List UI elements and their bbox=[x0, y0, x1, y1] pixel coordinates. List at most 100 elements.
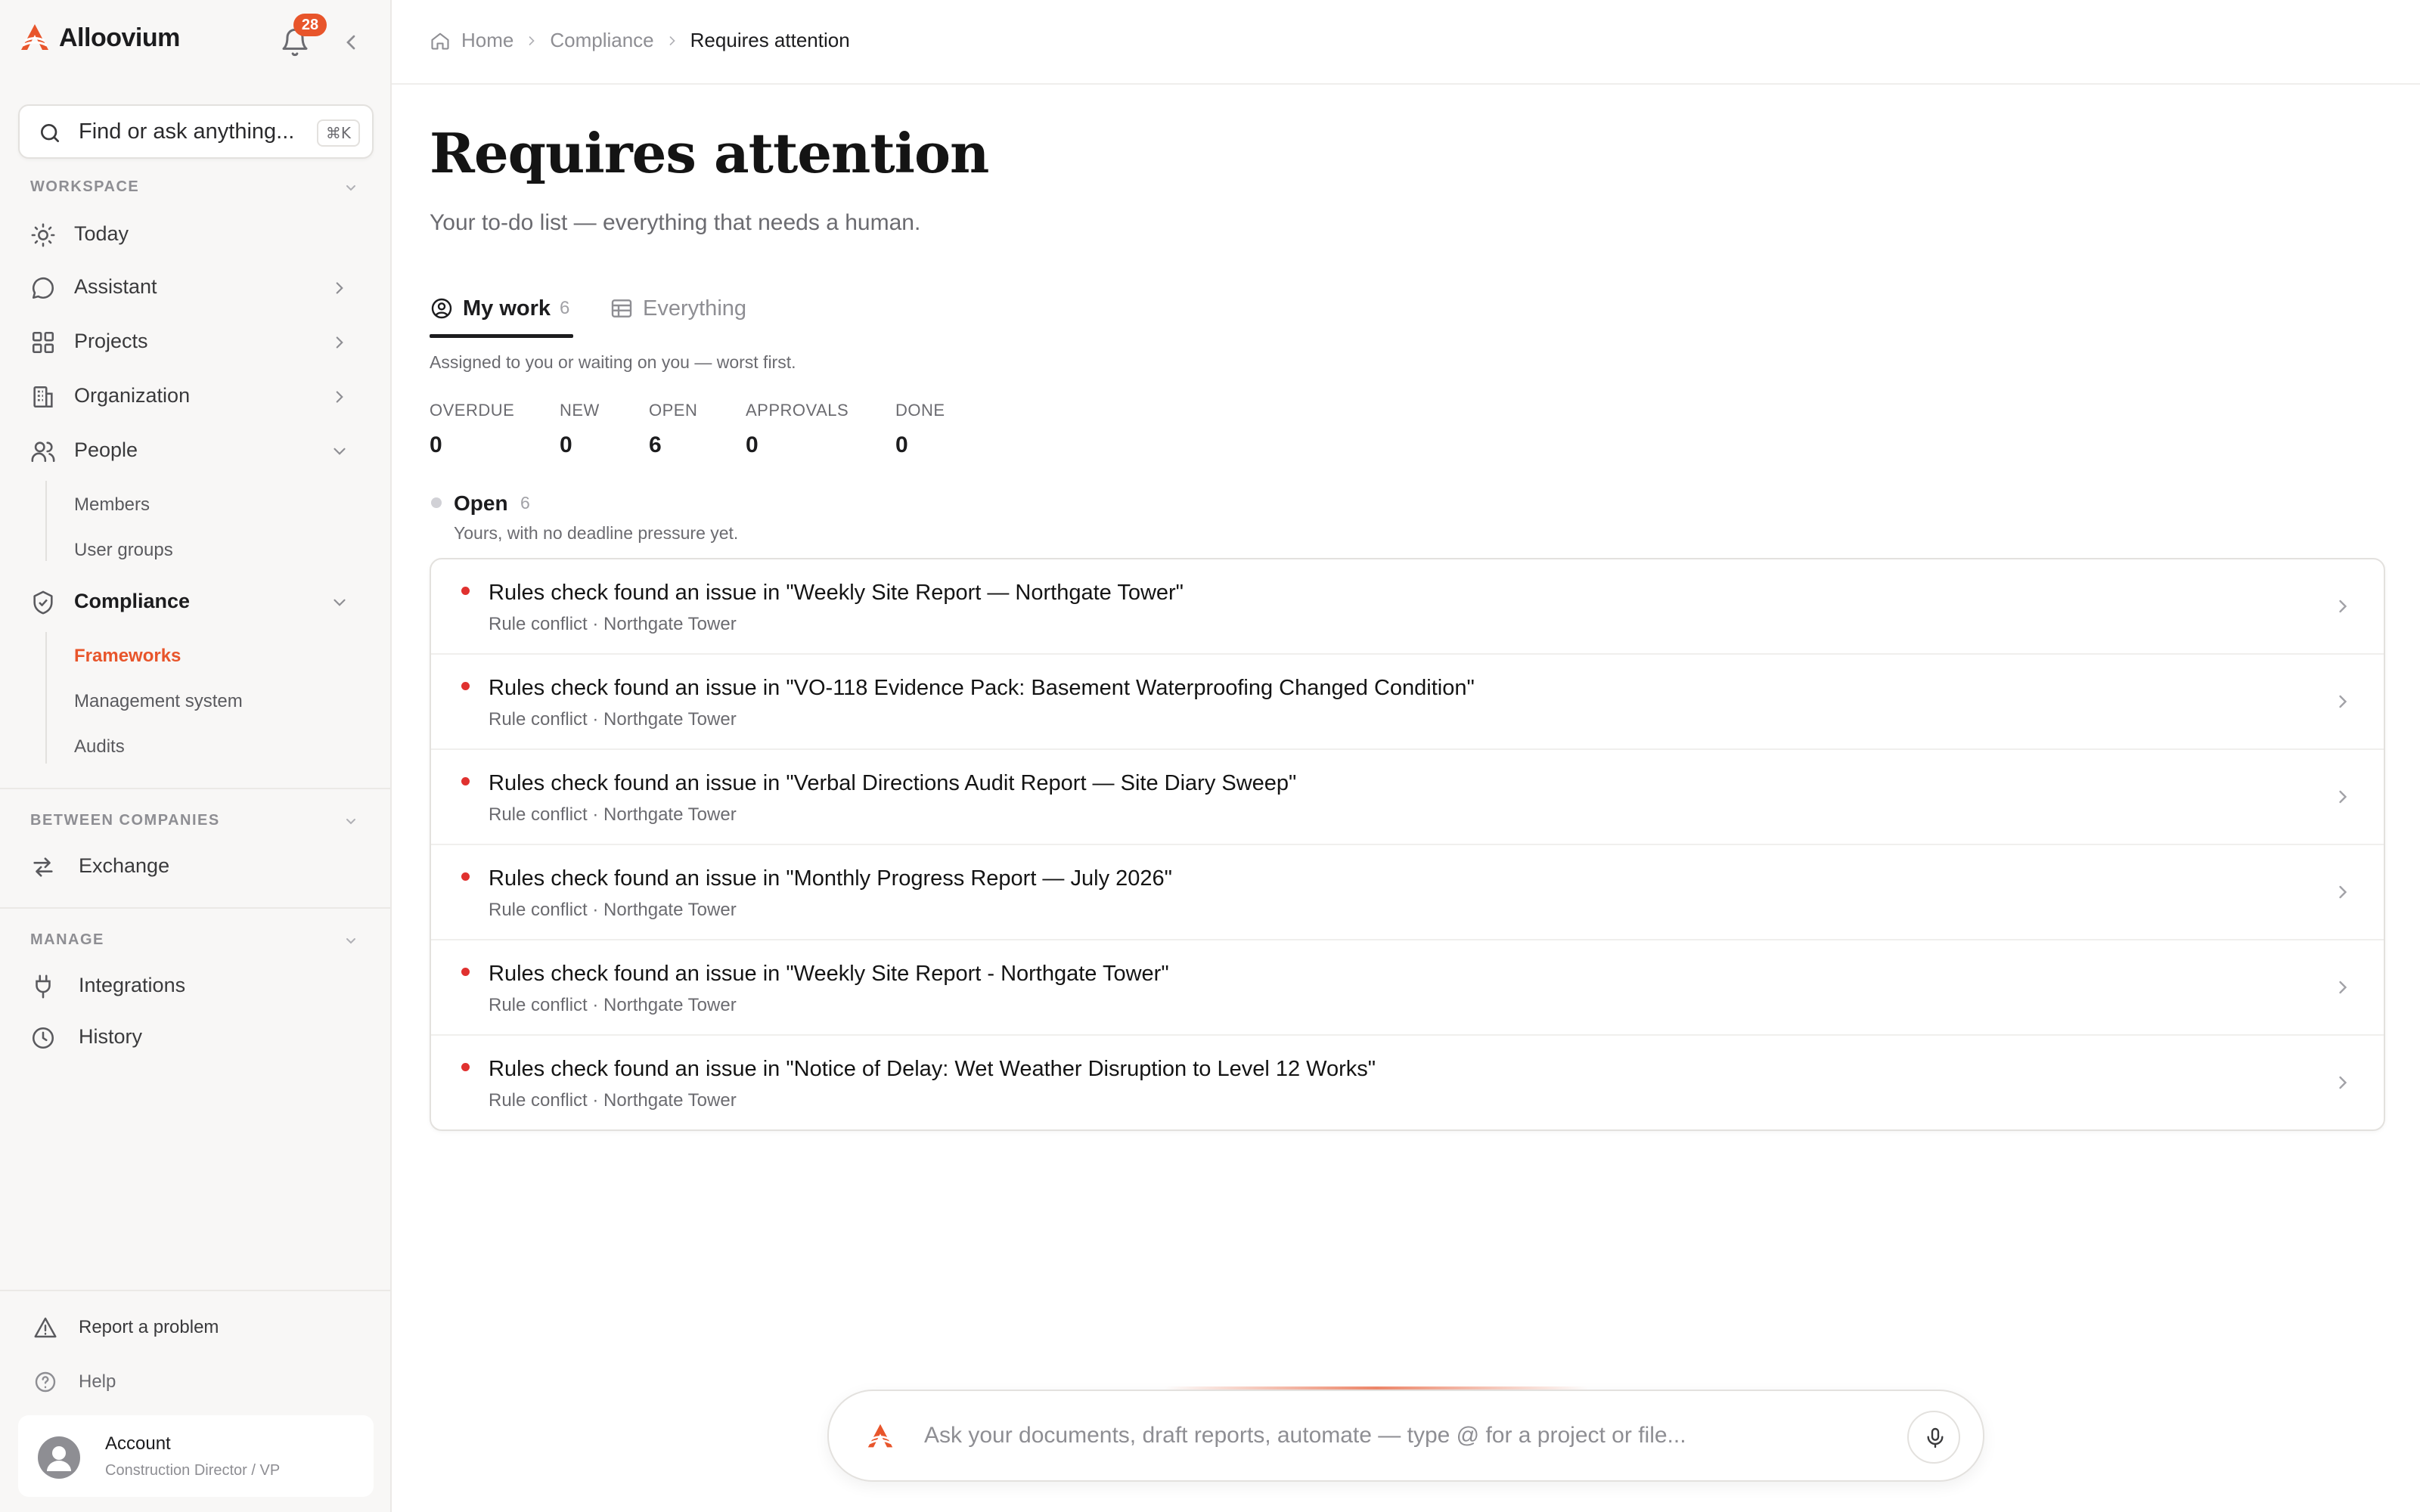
grid-icon bbox=[32, 331, 54, 354]
sidebar-divider bbox=[0, 1290, 390, 1291]
tab-label: Everything bbox=[643, 296, 747, 321]
stat-label: OVERDUE bbox=[430, 401, 515, 420]
home-icon[interactable] bbox=[430, 30, 451, 51]
assistant-composer[interactable]: Ask your documents, draft reports, autom… bbox=[827, 1390, 1984, 1482]
building-icon bbox=[33, 386, 53, 408]
list-item[interactable]: Rules check found an issue in "Weekly Si… bbox=[431, 940, 2384, 1036]
sidebar-subitem-members[interactable]: Members bbox=[74, 494, 150, 516]
breadcrumb-current: Requires attention bbox=[690, 29, 850, 51]
item-title: Rules check found an issue in "Notice of… bbox=[489, 1057, 1376, 1081]
collapse-sidebar-button[interactable] bbox=[339, 30, 363, 54]
sidebar-subitem-frameworks[interactable]: Frameworks bbox=[74, 646, 181, 667]
chevron-right-icon bbox=[2339, 790, 2347, 804]
stat-value: 0 bbox=[430, 432, 442, 457]
group-title: Open bbox=[454, 491, 508, 515]
sidebar-item-people[interactable]: People bbox=[18, 426, 374, 475]
list-item[interactable]: Rules check found an issue in "Verbal Di… bbox=[431, 750, 2384, 845]
manage-section-label: MANAGE bbox=[30, 931, 104, 948]
chevron-right-icon bbox=[336, 391, 343, 403]
list-item[interactable]: Rules check found an issue in "Weekly Si… bbox=[431, 559, 2384, 655]
stat-label: NEW bbox=[560, 401, 600, 420]
tab-my-work[interactable]: My work 6 bbox=[430, 293, 573, 339]
account-menu[interactable]: Account Construction Director / VP bbox=[18, 1415, 374, 1497]
sidebar-item-label: Assistant bbox=[74, 275, 157, 298]
report-problem-button[interactable]: Report a problem bbox=[18, 1306, 374, 1349]
sidebar-item-label: Organization bbox=[74, 384, 191, 407]
alloovium-logo-icon bbox=[867, 1424, 893, 1448]
sidebar-subitem-audits[interactable]: Audits bbox=[74, 736, 125, 758]
sidebar-item-compliance[interactable]: Compliance bbox=[18, 578, 374, 626]
stat-new[interactable]: NEW 0 bbox=[560, 401, 600, 458]
sidebar-item-projects[interactable]: Projects bbox=[18, 318, 374, 366]
stat-open[interactable]: OPEN 6 bbox=[649, 401, 697, 458]
tab-everything[interactable]: Everything bbox=[610, 293, 761, 339]
sidebar-item-label: Compliance bbox=[74, 590, 191, 612]
warning-triangle-icon bbox=[34, 1317, 57, 1338]
sidebar-divider bbox=[0, 907, 390, 909]
item-title: Rules check found an issue in "Weekly Si… bbox=[489, 581, 1184, 605]
item-meta: Rule conflict · Northgate Tower bbox=[489, 804, 737, 825]
sidebar-subitem-management-system[interactable]: Management system bbox=[74, 691, 243, 712]
chevron-down-icon bbox=[334, 599, 346, 606]
sidebar-item-history[interactable]: History bbox=[18, 1013, 374, 1061]
chevron-left-icon bbox=[346, 35, 355, 50]
sidebar-divider bbox=[0, 788, 390, 789]
sidebar-item-label: Exchange bbox=[79, 854, 170, 877]
list-item[interactable]: Rules check found an issue in "Monthly P… bbox=[431, 845, 2384, 940]
stat-approvals[interactable]: APPROVALS 0 bbox=[746, 401, 849, 458]
group-description: Yours, with no deadline pressure yet. bbox=[454, 523, 739, 543]
item-title: Rules check found an issue in "Monthly P… bbox=[489, 866, 1172, 891]
sidebar-item-label: People bbox=[74, 438, 138, 461]
search-input[interactable]: Find or ask anything... ⌘K bbox=[18, 104, 374, 159]
sidebar-item-label: Integrations bbox=[79, 974, 186, 996]
sidebar-item-organization[interactable]: Organization bbox=[18, 372, 374, 420]
sidebar-subitem-user-groups[interactable]: User groups bbox=[74, 540, 173, 561]
sun-icon bbox=[31, 223, 55, 247]
list-item[interactable]: Rules check found an issue in "Notice of… bbox=[431, 1036, 2384, 1129]
item-meta: Rule conflict · Northgate Tower bbox=[489, 900, 737, 920]
footer-item-label: Help bbox=[79, 1371, 116, 1392]
item-meta: Rule conflict · Northgate Tower bbox=[489, 614, 737, 634]
item-meta: Rule conflict · Northgate Tower bbox=[489, 995, 737, 1015]
item-title: Rules check found an issue in "Verbal Di… bbox=[489, 771, 1297, 795]
sidebar-item-exchange[interactable]: Exchange bbox=[18, 842, 374, 891]
stat-done[interactable]: DONE 0 bbox=[895, 401, 945, 458]
workspace-section-label: WORKSPACE bbox=[30, 178, 140, 195]
chevron-down-icon[interactable] bbox=[342, 178, 360, 197]
breadcrumb-home[interactable]: Home bbox=[461, 29, 513, 52]
stat-overdue[interactable]: OVERDUE 0 bbox=[430, 401, 514, 458]
stat-value: 0 bbox=[560, 432, 572, 457]
user-avatar-icon bbox=[47, 1446, 71, 1471]
chevron-right-icon bbox=[2339, 600, 2347, 613]
severity-dot bbox=[461, 587, 470, 595]
help-button[interactable]: Help bbox=[18, 1361, 374, 1403]
alloovium-logo-icon bbox=[21, 24, 48, 50]
voice-input-button[interactable] bbox=[1907, 1411, 1960, 1464]
help-circle-icon bbox=[35, 1371, 56, 1393]
chevron-right-icon bbox=[2339, 981, 2347, 994]
sidebar-item-today[interactable]: Today bbox=[18, 210, 374, 259]
footer-item-label: Report a problem bbox=[79, 1317, 219, 1337]
sidebar-item-integrations[interactable]: Integrations bbox=[18, 962, 374, 1010]
chevron-down-icon[interactable] bbox=[342, 812, 360, 830]
account-name: Account bbox=[105, 1433, 171, 1454]
chevron-right-icon bbox=[336, 336, 343, 349]
brand-name: Alloovium bbox=[59, 23, 180, 52]
chevron-down-icon[interactable] bbox=[342, 931, 360, 950]
chevron-right-icon bbox=[2339, 1076, 2347, 1089]
item-meta: Rule conflict · Northgate Tower bbox=[489, 709, 737, 730]
list-item[interactable]: Rules check found an issue in "VO-118 Ev… bbox=[431, 655, 2384, 750]
tab-label: My work bbox=[463, 296, 551, 321]
page-subtitle: Your to-do list — everything that needs … bbox=[430, 210, 921, 235]
breadcrumb-compliance[interactable]: Compliance bbox=[550, 29, 653, 52]
brand-logo[interactable]: Alloovium bbox=[18, 23, 180, 53]
plug-icon bbox=[36, 974, 51, 999]
search-placeholder: Find or ask anything... bbox=[79, 119, 295, 144]
notification-count-badge: 28 bbox=[293, 14, 327, 36]
page-title: Requires attention bbox=[430, 121, 989, 185]
arrows-exchange-icon bbox=[33, 857, 53, 877]
sidebar-item-assistant[interactable]: Assistant bbox=[18, 263, 374, 311]
account-role: Construction Director / VP bbox=[105, 1462, 281, 1479]
tab-count: 6 bbox=[560, 298, 570, 318]
stat-label: DONE bbox=[895, 401, 945, 420]
